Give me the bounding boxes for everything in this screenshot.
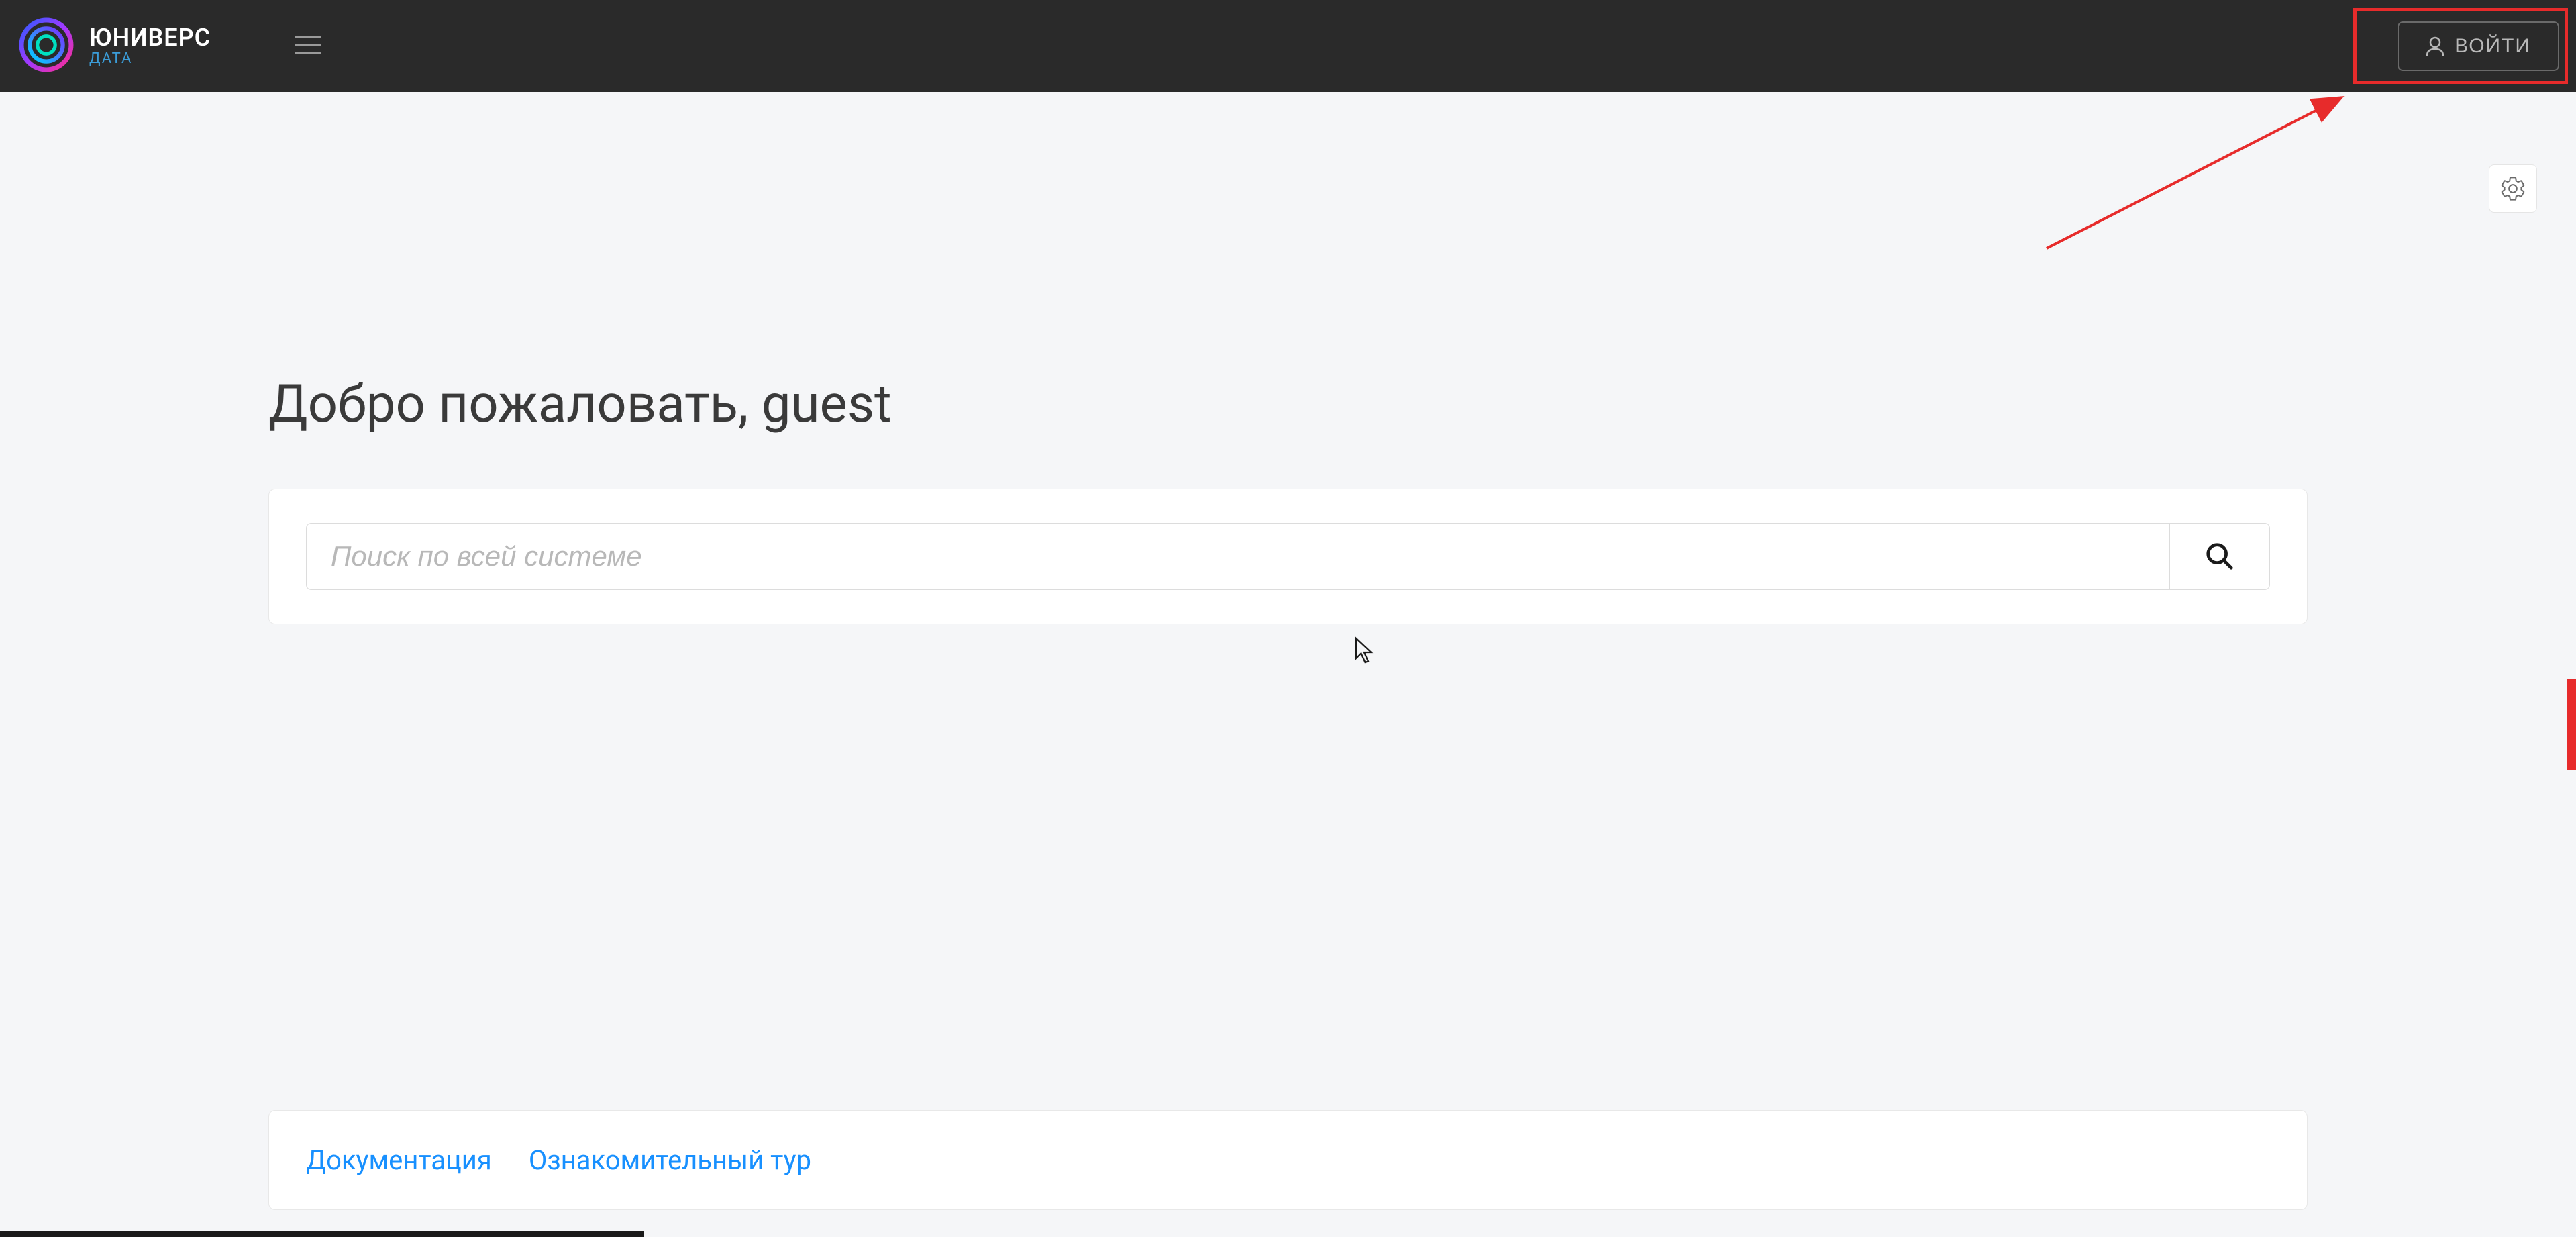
search-button[interactable] xyxy=(2169,523,2270,590)
search-icon xyxy=(2204,541,2235,572)
footer-links-card: Документация Ознакомительный тур xyxy=(268,1110,2308,1210)
logo-subtitle: ДАТА xyxy=(89,51,211,67)
header-bar: ЮНИВЕРС ДАТА ВОЙТИ xyxy=(0,0,2576,92)
search-input[interactable] xyxy=(306,523,2169,590)
gear-icon xyxy=(2500,175,2526,202)
hamburger-menu-button[interactable] xyxy=(288,28,328,65)
bottom-dark-edge xyxy=(0,1231,644,1237)
user-icon xyxy=(2426,36,2444,57)
logo-area: ЮНИВЕРС ДАТА xyxy=(17,15,211,77)
welcome-heading: Добро пожаловать, guest xyxy=(268,374,2308,435)
main-content: Добро пожаловать, guest xyxy=(0,374,2576,624)
login-button[interactable]: ВОЙТИ xyxy=(2398,21,2559,71)
hamburger-icon xyxy=(295,34,321,56)
side-red-indicator xyxy=(2567,679,2576,770)
login-button-label: ВОЙТИ xyxy=(2455,35,2531,58)
settings-button[interactable] xyxy=(2489,164,2537,213)
logo-title: ЮНИВЕРС xyxy=(89,25,211,52)
tour-link[interactable]: Ознакомительный тур xyxy=(529,1144,811,1176)
logo-text-group: ЮНИВЕРС ДАТА xyxy=(89,25,211,68)
annotation-arrow xyxy=(2013,87,2369,262)
search-card xyxy=(268,489,2308,624)
cursor-icon xyxy=(1353,636,1375,664)
logo-icon xyxy=(17,15,76,77)
documentation-link[interactable]: Документация xyxy=(306,1144,492,1176)
